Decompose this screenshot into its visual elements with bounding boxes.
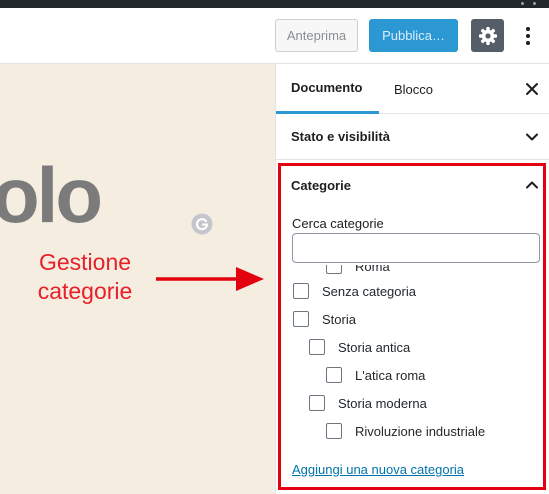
more-vertical-icon	[526, 26, 530, 45]
strip-dot-icon	[533, 2, 536, 5]
checkbox[interactable]	[326, 265, 342, 274]
category-label: Roma	[355, 265, 390, 274]
checkbox[interactable]	[293, 283, 309, 299]
categories-panel: Categorie Cerca categorie Roma Senza cat…	[276, 160, 549, 494]
editor-toolbar: Anteprima Pubblica…	[0, 8, 549, 64]
chevron-up-icon[interactable]	[525, 178, 539, 192]
settings-button[interactable]	[471, 19, 504, 52]
checkbox[interactable]	[309, 395, 325, 411]
more-menu-button[interactable]	[517, 19, 539, 52]
status-visibility-title: Stato e visibilità	[291, 129, 390, 144]
annotation-line: categorie	[37, 278, 133, 304]
checkbox[interactable]	[309, 339, 325, 355]
grammarly-icon[interactable]	[191, 213, 213, 235]
top-strip	[0, 0, 549, 8]
settings-sidebar: Documento Blocco Stato e visibilità Cate…	[275, 64, 549, 494]
add-new-category-link[interactable]: Aggiungi una nuova categoria	[292, 462, 464, 477]
category-label: Senza categoria	[322, 283, 416, 299]
chevron-down-icon	[526, 133, 538, 141]
list-item[interactable]: Rivoluzione industriale	[326, 419, 485, 443]
categories-title[interactable]: Categorie	[291, 178, 351, 193]
list-item[interactable]: Storia	[293, 307, 356, 331]
checkbox[interactable]	[326, 423, 342, 439]
post-title[interactable]: olo	[0, 156, 103, 234]
publish-button[interactable]: Pubblica…	[369, 19, 458, 52]
editor-canvas[interactable]: olo Gestione categorie	[0, 64, 275, 494]
category-label: Rivoluzione industriale	[355, 423, 486, 439]
checkbox[interactable]	[293, 311, 309, 327]
strip-dot-icon	[521, 2, 524, 5]
close-icon[interactable]	[524, 81, 540, 97]
tab-document[interactable]: Documento	[276, 64, 379, 114]
list-item[interactable]: L'atica roma	[326, 363, 425, 387]
annotation-label: Gestione categorie	[20, 248, 150, 306]
status-visibility-panel[interactable]: Stato e visibilità	[276, 114, 549, 160]
category-label: Storia antica	[338, 339, 411, 355]
list-item[interactable]: Storia antica	[309, 335, 410, 359]
category-label: L'atica roma	[355, 367, 426, 383]
sidebar-tabs: Documento Blocco	[276, 64, 549, 114]
category-search-label: Cerca categorie	[292, 216, 384, 231]
category-label: Storia moderna	[338, 395, 427, 411]
preview-button[interactable]: Anteprima	[275, 19, 358, 52]
gear-icon	[478, 26, 497, 45]
list-item[interactable]: Roma	[326, 265, 390, 278]
category-search-input[interactable]	[292, 233, 540, 263]
arrow-icon	[156, 267, 264, 291]
list-item[interactable]: Senza categoria	[293, 279, 416, 303]
checkbox[interactable]	[326, 367, 342, 383]
list-item[interactable]: Storia moderna	[309, 391, 427, 415]
annotation-line: Gestione	[38, 249, 132, 275]
tab-block[interactable]: Blocco	[394, 64, 433, 114]
category-list[interactable]: Roma Senza categoria Storia Storia antic…	[276, 265, 549, 459]
category-label: Storia	[322, 311, 356, 327]
